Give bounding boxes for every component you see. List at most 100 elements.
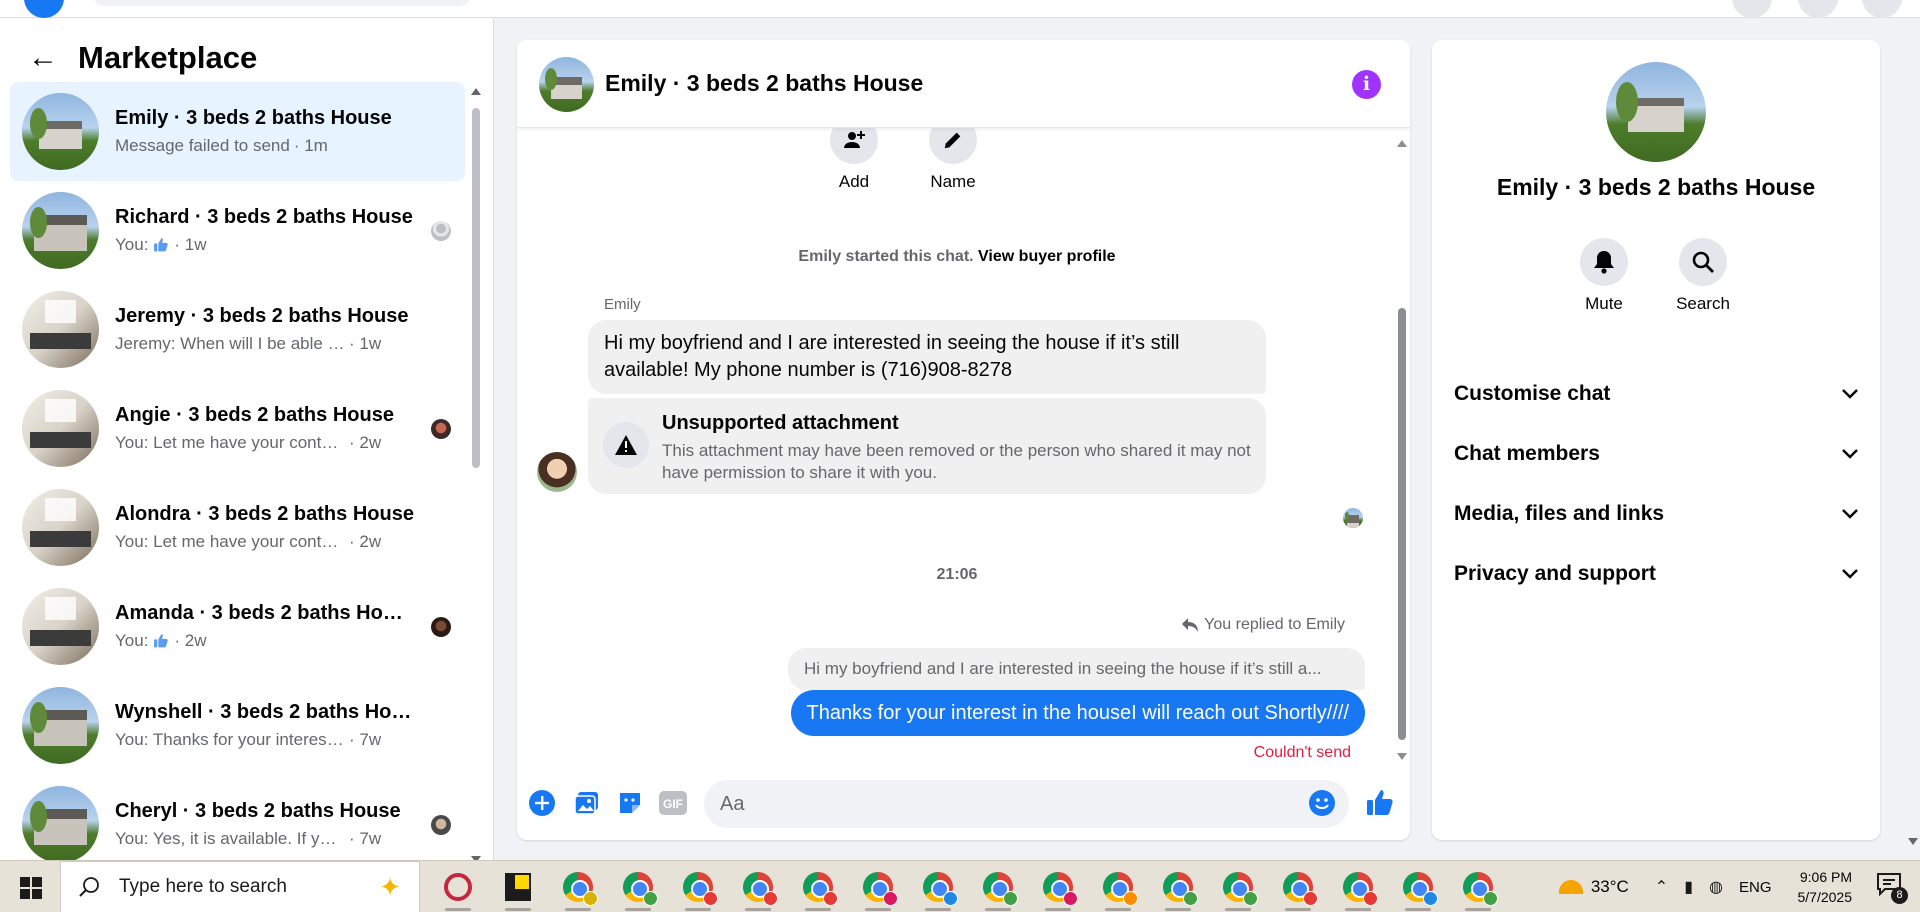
gif-icon[interactable]: GIF (658, 788, 688, 818)
sticker-icon[interactable] (615, 788, 645, 818)
chrome-icon (1463, 872, 1498, 906)
mute-button[interactable]: Mute (1559, 238, 1649, 314)
back-arrow-icon[interactable]: ← (28, 43, 58, 73)
preview-text: You: Let me have your contact n... (115, 433, 345, 452)
conversation-avatar (22, 588, 99, 665)
notifications-icon[interactable] (1798, 0, 1838, 18)
chat-info-avatar[interactable] (1606, 62, 1706, 162)
taskbar-chrome-profile[interactable] (1388, 861, 1448, 912)
info-icon[interactable]: i (1352, 70, 1381, 99)
taskbar-chrome-profile[interactable] (1448, 861, 1508, 912)
menu-icon[interactable] (1732, 0, 1772, 18)
chat-title[interactable]: Emily · 3 beds 2 baths House (605, 70, 923, 97)
facebook-logo-icon[interactable] (24, 0, 64, 18)
chat-info-title: Emily · 3 beds 2 baths House (1496, 174, 1816, 200)
photo-icon[interactable] (572, 788, 602, 818)
notification-center-button[interactable]: 8 (1876, 872, 1908, 904)
view-buyer-profile-link[interactable]: View buyer profile (978, 248, 1116, 265)
battery-icon[interactable]: ▮ (1684, 877, 1693, 897)
taskbar-sticky-notes[interactable] (488, 861, 548, 912)
outgoing-message-bubble[interactable]: Thanks for your interest in the houseI w… (790, 690, 1365, 736)
house-two-story-icon (22, 192, 99, 269)
language-indicator[interactable]: ENG (1739, 879, 1772, 896)
taskbar-chrome-profile[interactable] (608, 861, 668, 912)
conversation-preview: You: · 1w (115, 235, 415, 255)
chrome-icon (1403, 872, 1438, 906)
profile-badge-icon (763, 891, 778, 906)
conversation-list-scrollbar[interactable] (471, 88, 481, 863)
page-scroll-down-icon[interactable] (1908, 838, 1918, 845)
conversation-item[interactable]: Angie · 3 beds 2 baths House You: Let me … (10, 379, 465, 478)
profile-badge-icon (823, 891, 838, 906)
quoted-message[interactable]: Hi my boyfriend and I are interested in … (788, 648, 1365, 690)
taskbar-chrome-profile[interactable] (1268, 861, 1328, 912)
wifi-icon[interactable]: ◍ (1709, 877, 1723, 897)
profile-badge-icon (1423, 891, 1438, 906)
conversation-item[interactable]: Alondra · 3 beds 2 baths House You: Let m… (10, 478, 465, 577)
conversation-avatar (22, 390, 99, 467)
taskbar-chrome-profile[interactable] (548, 861, 608, 912)
taskbar-chrome-profile[interactable] (1028, 861, 1088, 912)
chat-info-section[interactable]: Privacy and support (1454, 554, 1858, 594)
preview-text: You: Thanks for your interest in the... (115, 730, 345, 749)
taskbar-chrome-profile[interactable] (788, 861, 848, 912)
scroll-up-arrow-icon[interactable] (1397, 140, 1407, 147)
taskbar-chrome-profile[interactable] (848, 861, 908, 912)
incoming-message-bubble[interactable]: Hi my boyfriend and I are interested in … (588, 320, 1266, 394)
clock[interactable]: 9:06 PM 5/7/2025 (1798, 867, 1853, 907)
sun-icon (1558, 880, 1583, 894)
chevron-down-icon (1842, 389, 1858, 399)
taskbar-chrome-profile[interactable] (1208, 861, 1268, 912)
taskbar-snipping-tool[interactable] (428, 861, 488, 912)
scrollbar-thumb[interactable] (1398, 308, 1406, 740)
chevron-down-icon (1842, 449, 1858, 459)
scroll-up-arrow-icon[interactable] (471, 88, 481, 95)
taskbar-chrome-profile[interactable] (1088, 861, 1148, 912)
chat-avatar[interactable] (539, 57, 594, 112)
bell-icon (1580, 238, 1628, 286)
sender-avatar[interactable] (537, 452, 577, 492)
message-input[interactable] (704, 780, 1349, 828)
taskbar-chrome-profile[interactable] (1328, 861, 1388, 912)
taskbar-chrome-profile[interactable] (908, 861, 968, 912)
thumbs-up-send-icon[interactable] (1365, 788, 1395, 818)
taskbar-search-box[interactable]: Type here to search ✦ (60, 861, 420, 912)
chat-scrollbar[interactable] (1396, 140, 1408, 760)
send-failed-status[interactable]: Couldn't send (1254, 744, 1351, 762)
windows-start-icon[interactable] (20, 877, 42, 899)
conversation-item[interactable]: Richard · 3 beds 2 baths House You: · 1w (10, 181, 465, 280)
chevron-up-icon[interactable]: ⌃ (1655, 877, 1668, 897)
emoji-icon[interactable] (1307, 788, 1337, 818)
preview-time: · 1w (174, 235, 207, 254)
profile-badge-icon (1483, 891, 1498, 906)
notification-count: 8 (1891, 887, 1908, 904)
conversation-list-panel: ← Marketplace Emily · 3 beds 2 baths Hou… (0, 18, 494, 863)
taskbar-chrome-profile[interactable] (968, 861, 1028, 912)
section-label: Media, files and links (1454, 502, 1665, 525)
conversation-preview: You: Yes, it is available. If you are...… (115, 829, 415, 849)
taskbar-chrome-profile[interactable] (668, 861, 728, 912)
search-icon (1679, 238, 1727, 286)
search-in-chat-button[interactable]: Search (1658, 238, 1748, 314)
chat-info-section[interactable]: Media, files and links (1454, 494, 1858, 534)
taskbar-chrome-profile[interactable] (1148, 861, 1208, 912)
unsupported-attachment[interactable]: Unsupported attachment This attachment m… (588, 398, 1266, 494)
preview-time: · 1w (349, 334, 382, 353)
section-label: Privacy and support (1454, 562, 1656, 585)
conversation-item[interactable]: Wynshell · 3 beds 2 baths House You: Than… (10, 676, 465, 775)
profile-avatar[interactable] (1862, 0, 1902, 18)
message-thread: Add Name Emily started this chat. View b… (517, 116, 1397, 798)
taskbar-chrome-profile[interactable] (728, 861, 788, 912)
chat-info-section[interactable]: Chat members (1454, 434, 1858, 474)
chat-info-section[interactable]: Customise chat (1454, 374, 1858, 414)
preview-text: Jeremy: When will I be able to get ... (115, 334, 345, 353)
scroll-down-arrow-icon[interactable] (1397, 753, 1407, 760)
scrollbar-thumb[interactable] (472, 108, 480, 468)
conversation-item[interactable]: Emily · 3 beds 2 baths House Message fail… (10, 82, 465, 181)
plus-circle-icon[interactable] (527, 788, 557, 818)
facebook-search-input[interactable] (92, 0, 472, 6)
weather-widget[interactable]: 33°C (1558, 877, 1629, 897)
conversation-item[interactable]: Jeremy · 3 beds 2 baths House Jeremy: Whe… (10, 280, 465, 379)
profile-badge-icon (583, 891, 598, 906)
conversation-item[interactable]: Amanda · 3 beds 2 baths House You: · 2w (10, 577, 465, 676)
